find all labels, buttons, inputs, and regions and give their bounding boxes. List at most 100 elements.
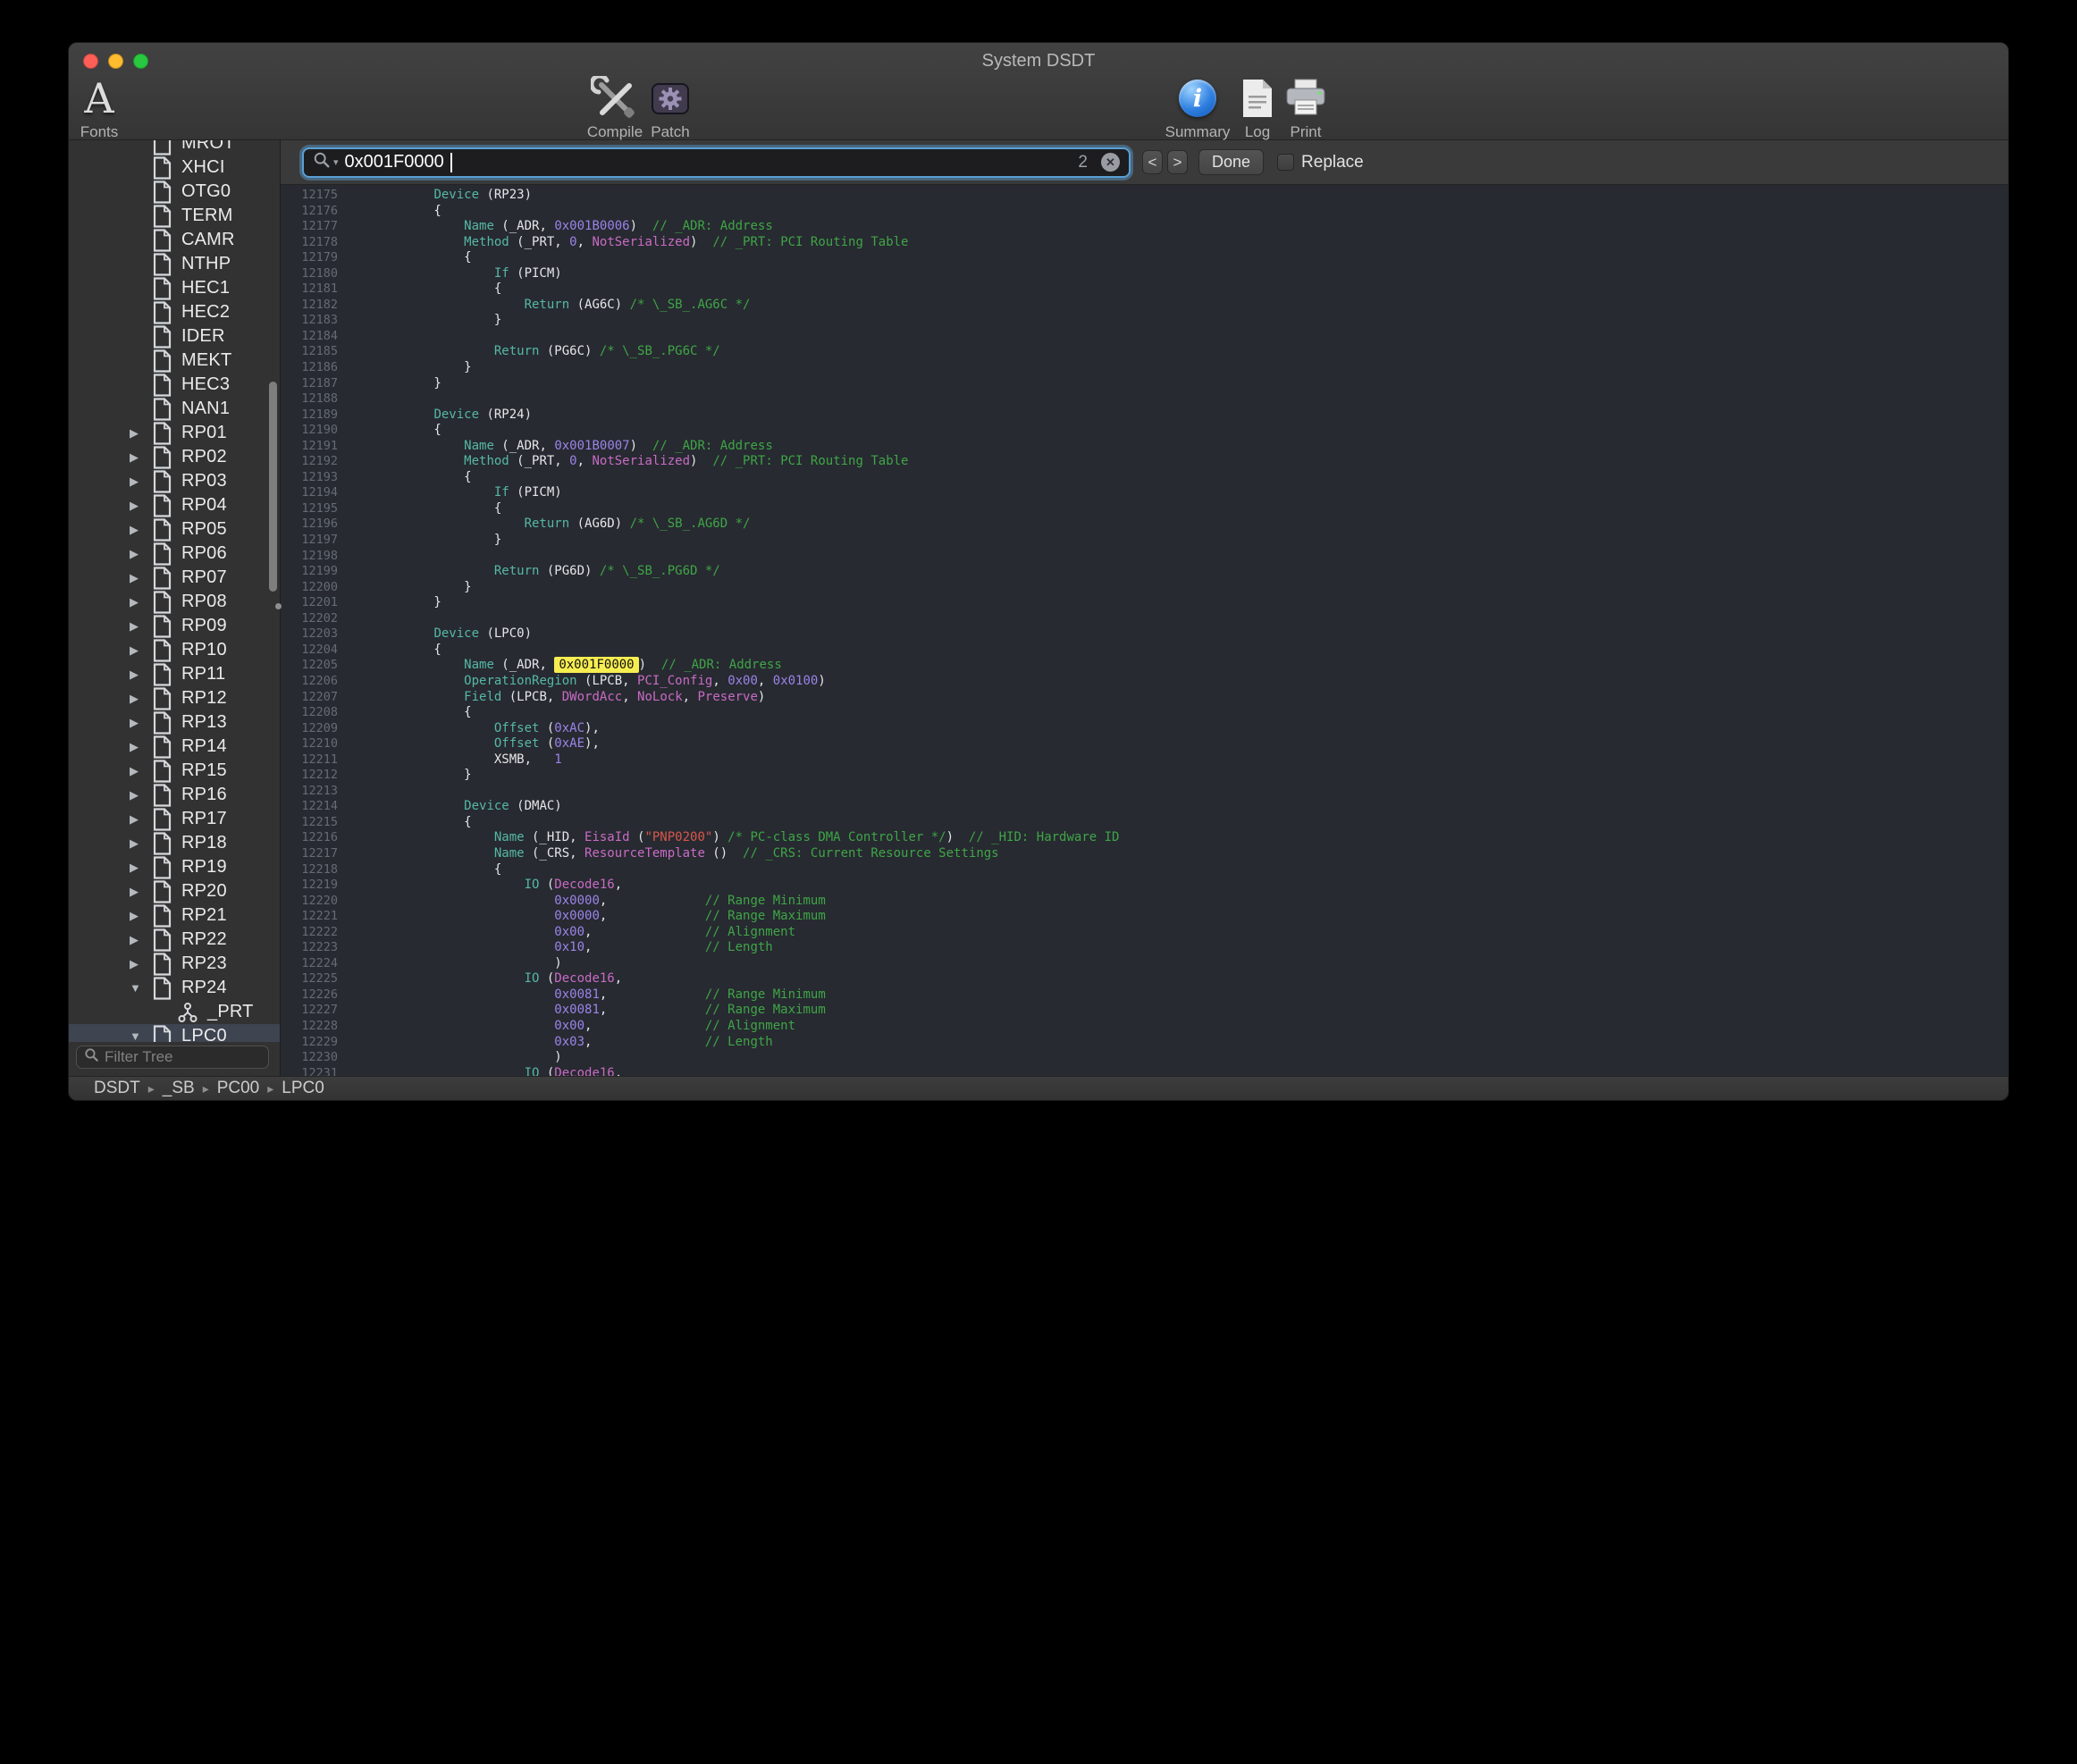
line-number: 12230: [281, 1050, 338, 1066]
disclosure-triangle[interactable]: ▶: [130, 668, 153, 682]
disclosure-triangle[interactable]: ▶: [130, 595, 153, 609]
disclosure-triangle[interactable]: ▶: [130, 764, 153, 778]
sidebar-item-rp19[interactable]: ▶RP19: [69, 855, 280, 879]
disclosure-triangle[interactable]: ▶: [130, 450, 153, 465]
disclosure-triangle[interactable]: ▶: [130, 643, 153, 658]
breadcrumb-item[interactable]: DSDT: [94, 1079, 140, 1098]
sidebar-item-rp07[interactable]: ▶RP07: [69, 566, 280, 590]
sidebar-item-lpc0[interactable]: ▼LPC0: [69, 1024, 280, 1042]
code-token: {: [374, 204, 441, 218]
line-number: 12228: [281, 1019, 338, 1035]
filter-tree-input[interactable]: Filter Tree: [76, 1046, 269, 1069]
disclosure-triangle[interactable]: ▶: [130, 885, 153, 899]
sidebar-item-rp13[interactable]: ▶RP13: [69, 710, 280, 735]
sidebar-item-rp21[interactable]: ▶RP21: [69, 903, 280, 928]
sidebar-item-rp06[interactable]: ▶RP06: [69, 542, 280, 566]
disclosure-triangle[interactable]: ▶: [130, 547, 153, 561]
code-line: 12207 Field (LPCB, DWordAcc, NoLock, Pre…: [281, 690, 2008, 706]
sidebar-item-rp04[interactable]: ▶RP04: [69, 493, 280, 517]
find-input[interactable]: ▾ 0x001F0000 2 ✕: [302, 147, 1131, 178]
find-next-button[interactable]: >: [1167, 150, 1188, 174]
find-previous-button[interactable]: <: [1142, 150, 1163, 174]
disclosure-triangle[interactable]: ▶: [130, 426, 153, 441]
sidebar-item-_prt[interactable]: _PRT: [69, 1000, 280, 1024]
sidebar-item-xhci[interactable]: XHCI: [69, 155, 280, 180]
code-text: }: [338, 595, 441, 611]
sidebar-item-rp18[interactable]: ▶RP18: [69, 831, 280, 855]
code-token: ,: [600, 894, 705, 908]
code-token: ,: [600, 987, 705, 1002]
patch-button[interactable]: Patch: [612, 75, 728, 141]
sidebar-item-rp15[interactable]: ▶RP15: [69, 759, 280, 783]
breadcrumb-item[interactable]: PC00: [217, 1079, 260, 1098]
sidebar-item-camr[interactable]: CAMR: [69, 228, 280, 252]
code-token: (: [630, 830, 645, 844]
sidebar-item-rp02[interactable]: ▶RP02: [69, 445, 280, 469]
sidebar-item-rp24[interactable]: ▼RP24: [69, 976, 280, 1000]
disclosure-triangle[interactable]: ▶: [130, 957, 153, 971]
search-menu-chevron-icon[interactable]: ▾: [333, 156, 339, 168]
disclosure-triangle[interactable]: ▶: [130, 619, 153, 634]
fonts-button[interactable]: A Fonts: [68, 75, 157, 141]
sidebar-item-rp05[interactable]: ▶RP05: [69, 517, 280, 542]
sidebar-scrollbar[interactable]: [269, 382, 277, 592]
disclosure-triangle[interactable]: ▶: [130, 740, 153, 754]
sidebar-item-term[interactable]: TERM: [69, 204, 280, 228]
print-button[interactable]: Print: [1248, 75, 1364, 141]
code-token: Name: [464, 439, 494, 453]
disclosure-triangle[interactable]: ▶: [130, 861, 153, 875]
disclosure-triangle[interactable]: ▼: [130, 1029, 153, 1042]
sidebar-item-rp11[interactable]: ▶RP11: [69, 662, 280, 686]
sidebar-item-rp01[interactable]: ▶RP01: [69, 421, 280, 445]
code-token: (: [539, 736, 554, 751]
disclosure-triangle[interactable]: ▶: [130, 836, 153, 851]
sidebar-item-rp22[interactable]: ▶RP22: [69, 928, 280, 952]
sidebar-item-rp12[interactable]: ▶RP12: [69, 686, 280, 710]
sidebar-item-rp08[interactable]: ▶RP08: [69, 590, 280, 614]
sidebar-item-otg0[interactable]: OTG0: [69, 180, 280, 204]
sidebar-item-hec2[interactable]: HEC2: [69, 300, 280, 324]
sidebar-item-rp14[interactable]: ▶RP14: [69, 735, 280, 759]
sidebar-item-rp03[interactable]: ▶RP03: [69, 469, 280, 493]
disclosure-triangle[interactable]: ▶: [130, 716, 153, 730]
sidebar-item-mrot[interactable]: MROT: [69, 140, 280, 155]
disclosure-triangle[interactable]: ▶: [130, 499, 153, 513]
disclosure-triangle[interactable]: ▶: [130, 788, 153, 802]
sidebar-item-mekt[interactable]: MEKT: [69, 349, 280, 373]
sidebar-item-nan1[interactable]: NAN1: [69, 397, 280, 421]
code-text: IO (Decode16,: [338, 878, 622, 894]
sidebar-item-rp23[interactable]: ▶RP23: [69, 952, 280, 976]
sidebar-item-rp17[interactable]: ▶RP17: [69, 807, 280, 831]
sidebar-item-hec1[interactable]: HEC1: [69, 276, 280, 300]
sidebar-item-rp10[interactable]: ▶RP10: [69, 638, 280, 662]
breadcrumb-item[interactable]: LPC0: [282, 1079, 324, 1098]
sidebar-item-nthp[interactable]: NTHP: [69, 252, 280, 276]
disclosure-triangle[interactable]: ▶: [130, 692, 153, 706]
sidebar-item-ider[interactable]: IDER: [69, 324, 280, 349]
sidebar-item-hec3[interactable]: HEC3: [69, 373, 280, 397]
code-token: [374, 799, 464, 813]
sidebar-item-rp16[interactable]: ▶RP16: [69, 783, 280, 807]
disclosure-triangle[interactable]: ▶: [130, 523, 153, 537]
code-text: Field (LPCB, DWordAcc, NoLock, Preserve): [338, 690, 765, 706]
disclosure-triangle[interactable]: ▶: [130, 909, 153, 923]
breadcrumb-item[interactable]: _SB: [163, 1079, 195, 1098]
clear-search-icon[interactable]: ✕: [1101, 153, 1120, 172]
code-line: 12194 If (PICM): [281, 485, 2008, 501]
disclosure-triangle[interactable]: ▶: [130, 933, 153, 947]
replace-label: Replace: [1301, 153, 1364, 172]
disclosure-triangle[interactable]: ▶: [130, 812, 153, 827]
replace-checkbox[interactable]: [1277, 154, 1294, 171]
sidebar-item-rp20[interactable]: ▶RP20: [69, 879, 280, 903]
done-button[interactable]: Done: [1198, 149, 1264, 175]
code-text: {: [338, 815, 472, 831]
code-editor[interactable]: 12175 Device (RP23)12176 {12177 Name (_A…: [281, 185, 2008, 1076]
breadcrumb-separator-icon: ▸: [148, 1081, 155, 1096]
disclosure-triangle[interactable]: ▶: [130, 571, 153, 585]
code-token: Decode16: [554, 971, 614, 986]
splitter-handle[interactable]: [275, 603, 282, 609]
disclosure-triangle[interactable]: ▼: [130, 981, 153, 995]
device-tree[interactable]: MROTXHCIOTG0TERMCAMRNTHPHEC1HEC2IDERMEKT…: [69, 140, 280, 1042]
disclosure-triangle[interactable]: ▶: [130, 475, 153, 489]
sidebar-item-rp09[interactable]: ▶RP09: [69, 614, 280, 638]
